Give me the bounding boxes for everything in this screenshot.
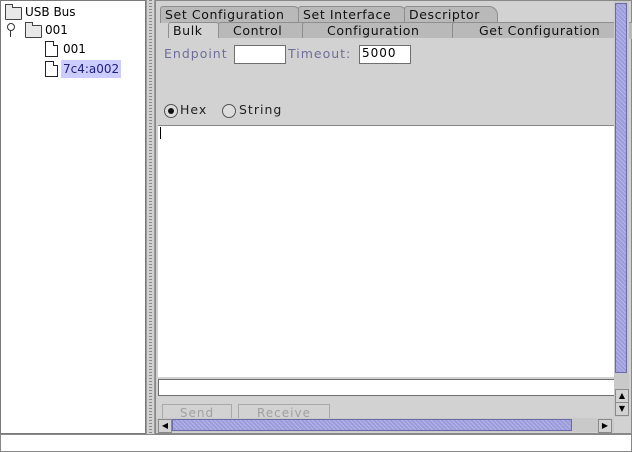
tab-descriptor[interactable]: Descriptor xyxy=(404,6,498,23)
split-pane-divider[interactable] xyxy=(146,0,155,434)
data-text-area[interactable] xyxy=(158,125,614,377)
tree-item-label: USB Bus xyxy=(25,5,76,19)
string-radio[interactable] xyxy=(222,104,236,118)
scroll-left-arrow-icon[interactable]: ◀ xyxy=(158,419,172,433)
tab-set-configuration[interactable]: Set Configuration xyxy=(160,6,302,23)
horizontal-scrollbar[interactable]: ◀ ▶ xyxy=(156,418,614,433)
horizontal-scroll-thumb[interactable] xyxy=(172,419,572,431)
tree-item-usb-bus[interactable]: USB Bus xyxy=(3,3,143,21)
endpoint-field[interactable] xyxy=(234,45,286,64)
splitter-grip xyxy=(149,0,152,434)
tree-item-label: 7c4:a002 xyxy=(61,60,122,78)
tree-item-device[interactable]: 001 xyxy=(3,40,143,58)
expand-handle-icon[interactable] xyxy=(6,23,16,37)
vertical-scroll-thumb[interactable] xyxy=(615,3,627,373)
folder-icon xyxy=(5,4,22,20)
hex-radio-label[interactable]: Hex xyxy=(180,102,207,117)
endpoint-label: Endpoint xyxy=(164,46,228,61)
vertical-scrollbar[interactable]: ▲ ▼ xyxy=(614,1,629,417)
data-input-field[interactable] xyxy=(158,379,618,396)
scroll-right-arrow-icon[interactable]: ▶ xyxy=(598,419,612,433)
file-icon xyxy=(45,61,58,77)
device-tree[interactable]: USB Bus 001 001 7c4:a002 xyxy=(0,0,146,434)
timeout-label: Timeout: xyxy=(288,46,352,61)
hex-radio[interactable] xyxy=(164,104,178,118)
status-bar xyxy=(0,434,632,452)
file-icon xyxy=(45,41,58,57)
tree-item-label: 001 xyxy=(45,23,68,37)
folder-icon xyxy=(25,22,42,38)
scroll-up-arrow-icon[interactable]: ▲ xyxy=(615,389,629,403)
tree-item-device-selected[interactable]: 7c4:a002 xyxy=(3,60,143,78)
text-caret xyxy=(160,127,161,139)
scroll-down-arrow-icon[interactable]: ▼ xyxy=(615,402,629,416)
timeout-field[interactable]: 5000 xyxy=(359,45,411,64)
tree-item-bus-001[interactable]: 001 xyxy=(3,21,143,39)
device-operations-pane: Set Configuration Set Interface Descript… xyxy=(155,0,632,434)
tab-set-interface[interactable]: Set Interface xyxy=(298,6,408,23)
tab-get-configuration[interactable]: Get Configuration xyxy=(452,22,632,39)
tab-bulk[interactable]: Bulk xyxy=(168,22,224,39)
string-radio-label[interactable]: String xyxy=(239,102,282,117)
tree-item-label: 001 xyxy=(63,42,86,56)
